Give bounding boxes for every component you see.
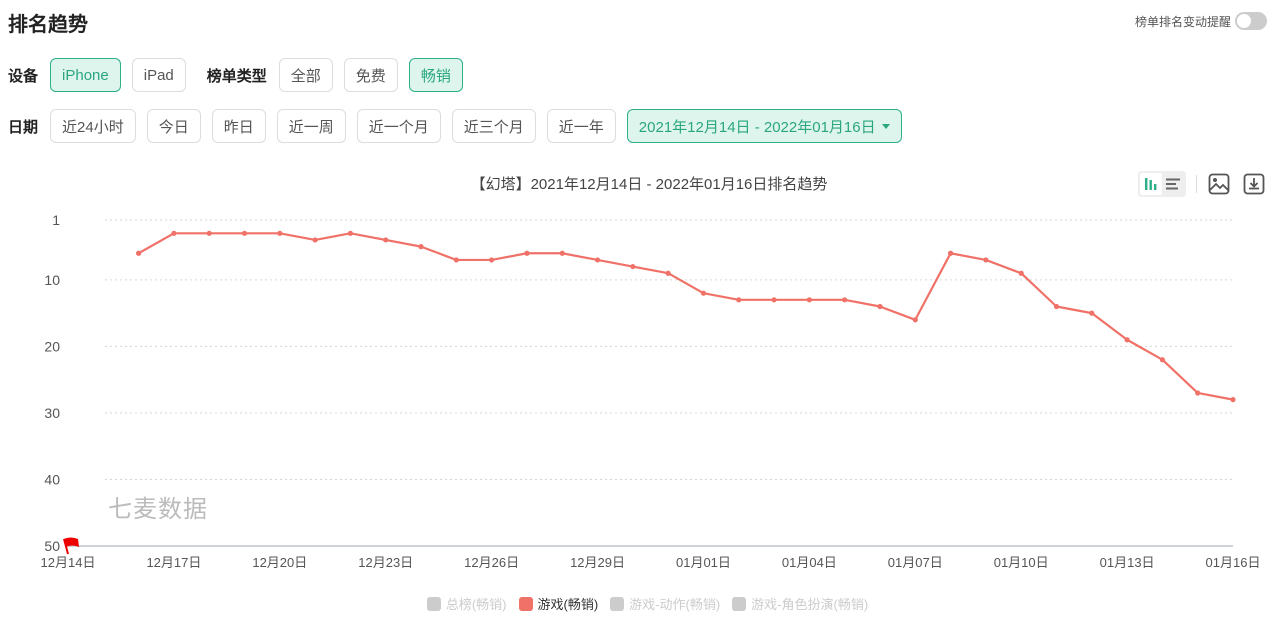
data-point [842,297,848,303]
data-point [665,270,671,276]
data-point [1159,357,1165,363]
legend-swatch [518,596,533,611]
x-tick-label: 01月07日 [888,555,943,570]
legend-item[interactable]: 游戏-动作(畅销) [610,594,720,613]
x-tick-label: 12月23日 [358,555,413,570]
data-point [1230,397,1236,403]
data-point [206,230,212,236]
y-tick-label: 30 [44,405,60,421]
data-point [806,297,812,303]
data-point [453,257,459,263]
legend-item[interactable]: 游戏-角色扮演(畅销) [732,594,868,613]
x-tick-label: 01月01日 [676,555,731,570]
x-tick-label: 01月16日 [1206,555,1261,570]
legend-swatch [426,596,441,611]
data-point [1089,310,1095,316]
data-point [912,317,918,323]
data-point [312,237,318,243]
y-tick-label: 50 [44,538,60,554]
data-point [489,257,495,263]
y-tick-label: 10 [44,272,60,288]
series-line [138,232,1234,401]
data-point [347,230,354,236]
data-point [1053,303,1060,310]
data-point [524,250,530,256]
data-point [736,297,742,303]
data-point [136,250,142,256]
legend-swatch [732,596,747,611]
legend-item[interactable]: 游戏(畅销) [518,594,599,613]
data-point [277,230,283,236]
rank-trend-chart: 1 10 20 30 40 5012月14日 12月17日 12月20日 12月23日 12月26… [41,212,1261,570]
x-tick-label: 01月13日 [1100,555,1155,570]
data-point [947,250,954,256]
data-point [771,297,777,303]
data-point [877,303,883,310]
legend-item[interactable]: 总榜(畅销) [426,594,507,613]
data-point [1124,337,1130,343]
y-tick-label: 1 [52,212,60,228]
x-tick-label: 12月26日 [464,555,519,570]
legend-label: 游戏-动作(畅销) [629,597,721,612]
x-tick-label: 12月29日 [570,555,625,570]
chart-legend: 总榜(畅销) 游戏(畅销) 游戏-动作(畅销) 游戏-角色扮演(畅销) [0,594,1283,613]
legend-label: 游戏-角色扮演(畅销) [751,597,869,612]
legend-swatch [610,596,625,611]
data-point [171,230,177,236]
data-point [594,257,601,263]
x-tick-label: 01月04日 [782,555,837,570]
x-tick-label: 12月20日 [252,555,307,570]
data-point [630,263,636,270]
data-point [418,244,424,250]
data-point [1018,270,1024,276]
legend-label: 总榜(畅销) [445,597,507,612]
data-point [700,290,707,296]
data-point [241,230,248,236]
x-tick-label: 12月14日 [41,555,96,570]
x-tick-label: 12月17日 [146,555,201,570]
y-tick-label: 20 [44,338,60,354]
y-tick-label: 40 [44,471,60,487]
x-tick-label: 01月10日 [994,555,1049,570]
data-point [983,257,989,263]
legend-label: 游戏(畅销) [537,597,599,612]
watermark: 七麦数据 [108,496,208,523]
data-point [383,237,389,243]
data-point [559,250,565,256]
data-point [1195,390,1201,396]
